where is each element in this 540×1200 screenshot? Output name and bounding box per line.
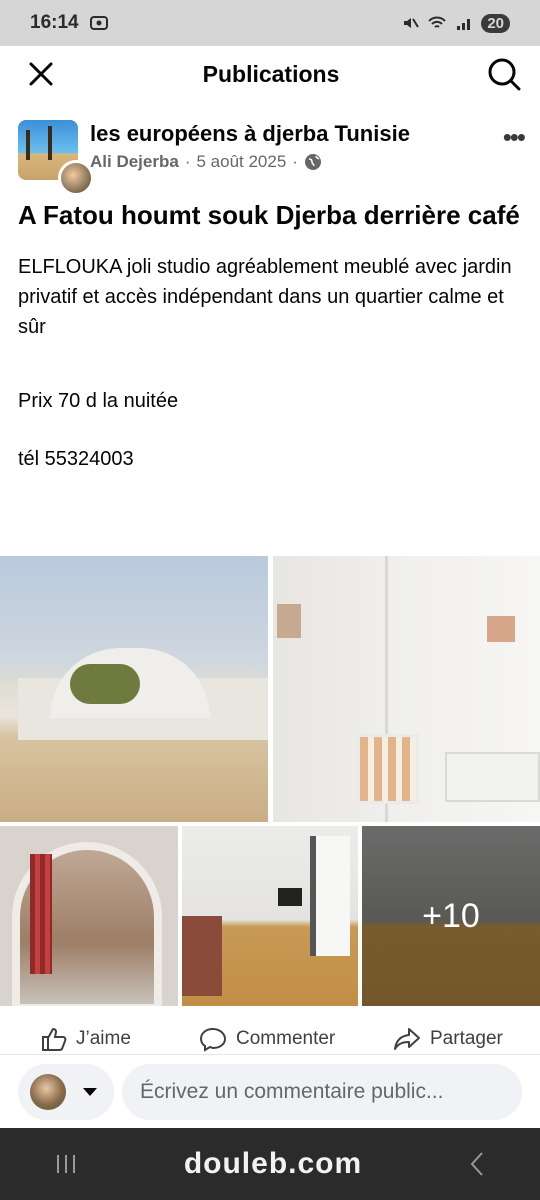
- page-title: Publications: [202, 60, 340, 87]
- post-body: ELFLOUKA joli studio agréablement meublé…: [0, 232, 540, 474]
- like-button[interactable]: J’aime: [40, 1026, 131, 1052]
- share-icon: [394, 1028, 420, 1050]
- battery-level: 20: [481, 13, 510, 33]
- share-label: Partager: [430, 1028, 503, 1049]
- status-bar: 16:14 20: [0, 0, 540, 46]
- back-icon[interactable]: [467, 1151, 487, 1177]
- wifi-icon: [428, 16, 447, 28]
- photo-more[interactable]: +10: [362, 826, 540, 1006]
- watermark-text: douleb.com: [183, 1147, 363, 1180]
- comment-label: Commenter: [236, 1028, 336, 1049]
- status-time: 16:14: [30, 12, 79, 33]
- meta-separator-2: ·: [292, 152, 298, 171]
- mute-icon: [404, 18, 420, 28]
- author-name[interactable]: Ali Dejerba: [90, 152, 179, 172]
- photo-grid: +10: [0, 556, 540, 1006]
- group-avatar[interactable]: [18, 120, 94, 196]
- photo-room-corner[interactable]: [273, 556, 540, 822]
- share-button[interactable]: Partager: [392, 1026, 503, 1052]
- system-nav-bar: douleb.com: [0, 1128, 540, 1200]
- screen-record-icon: [89, 16, 108, 30]
- comment-button[interactable]: Commenter: [198, 1026, 335, 1052]
- photo-bedroom[interactable]: [182, 826, 358, 1006]
- post-actions: J’aime Commenter Partager: [0, 1026, 540, 1054]
- comment-input[interactable]: Écrivez un commentaire public...: [122, 1063, 522, 1120]
- more-options-icon[interactable]: •••: [503, 122, 526, 153]
- thumbs-up-icon: [42, 1027, 67, 1051]
- close-icon[interactable]: [26, 59, 56, 89]
- author-avatar[interactable]: [58, 160, 94, 196]
- my-avatar: [30, 1073, 66, 1110]
- photo-arch[interactable]: [0, 826, 178, 1006]
- recent-apps-icon[interactable]: [53, 1152, 79, 1176]
- profile-switcher[interactable]: [18, 1063, 114, 1120]
- post-text-phone: tél 55324003: [18, 448, 134, 470]
- post-header: les européens à djerba Tunisie Ali Dejer…: [0, 102, 540, 196]
- meta-separator: ·: [184, 152, 191, 171]
- like-label: J’aime: [76, 1028, 131, 1049]
- more-photos-count[interactable]: +10: [362, 826, 540, 1006]
- signal-icon: [457, 19, 471, 30]
- photo-exterior[interactable]: [0, 556, 268, 822]
- app-header: Publications: [0, 46, 540, 102]
- group-name[interactable]: les européens à djerba Tunisie: [90, 120, 410, 148]
- post-text-description: ELFLOUKA joli studio agréablement meublé…: [18, 256, 512, 338]
- post-date[interactable]: 5 août 2025: [196, 152, 286, 172]
- comment-composer: Écrivez un commentaire public...: [0, 1054, 540, 1128]
- search-icon[interactable]: [486, 56, 522, 92]
- globe-icon: [304, 154, 321, 170]
- comment-icon: [199, 1027, 227, 1052]
- caret-down-icon: [83, 1087, 97, 1096]
- post-text-price: Prix 70 d la nuitée: [18, 390, 179, 412]
